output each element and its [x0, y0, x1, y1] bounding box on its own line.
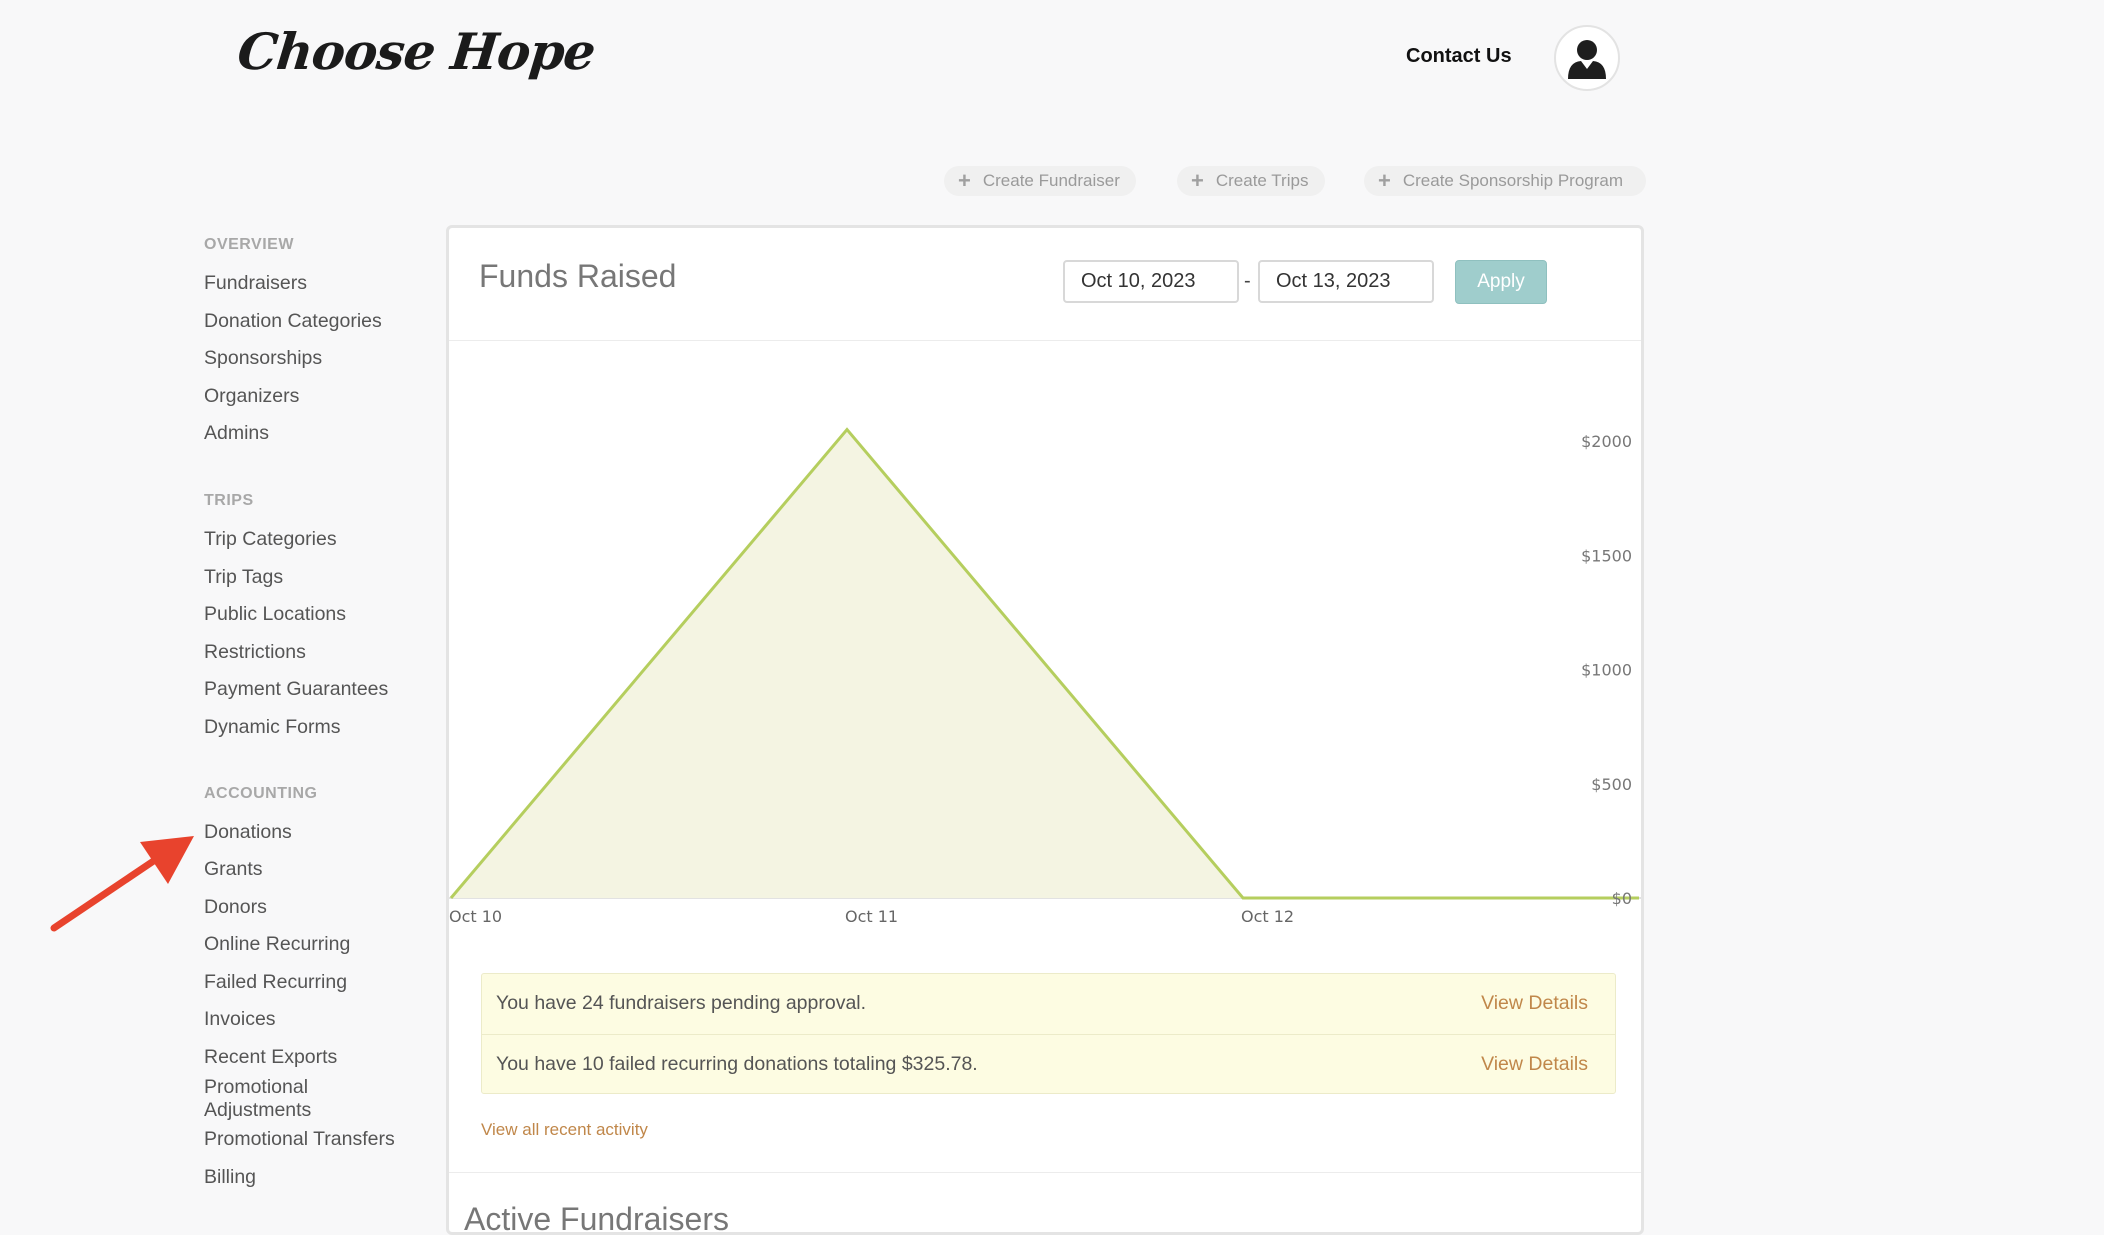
sidebar-item-payment-guarantees[interactable]: Payment Guarantees	[204, 678, 434, 701]
create-sponsorship-program-button[interactable]: + Create Sponsorship Program	[1364, 166, 1646, 196]
sidebar-item-promotional-transfers[interactable]: Promotional Transfers	[204, 1128, 434, 1151]
apply-button[interactable]: Apply	[1455, 260, 1547, 304]
sidebar-item-trip-tags[interactable]: Trip Tags	[204, 566, 434, 589]
plus-icon: +	[1378, 170, 1391, 192]
alerts-panel: You have 24 fundraisers pending approval…	[481, 973, 1616, 1094]
sidebar-item-promotional-adjustments[interactable]: Promotional Adjustments	[204, 1076, 344, 1122]
sidebar-item-admins[interactable]: Admins	[204, 422, 434, 445]
funds-chart-svg: $2000 $1500 $1000 $500 $0 Oct 10 Oct 11 Oct 12	[449, 341, 1641, 931]
create-trips-label: Create Trips	[1216, 171, 1309, 191]
active-fundraisers-title: Active Fundraisers	[464, 1201, 729, 1235]
y-tick-label: $1000	[1581, 661, 1632, 680]
x-tick-label: Oct 12	[1241, 907, 1294, 926]
sidebar-heading-trips: TRIPS	[204, 492, 254, 510]
sidebar-item-donors[interactable]: Donors	[204, 896, 434, 919]
x-tick-label: Oct 11	[845, 907, 898, 926]
create-trips-button[interactable]: + Create Trips	[1177, 166, 1325, 196]
y-tick-label: $1500	[1581, 546, 1632, 565]
start-date-input[interactable]	[1063, 260, 1239, 303]
card-divider	[449, 1172, 1641, 1173]
alert-failed-recurring: You have 10 failed recurring donations t…	[482, 1034, 1615, 1095]
sidebar-item-trip-categories[interactable]: Trip Categories	[204, 528, 434, 551]
quick-actions-bar: + Create Fundraiser + Create Trips + Cre…	[0, 166, 2104, 196]
sidebar-item-donations[interactable]: Donations	[204, 821, 434, 844]
brand-logo[interactable]: Choose Hope	[235, 22, 598, 81]
alert-text: You have 10 failed recurring donations t…	[496, 1053, 978, 1076]
person-icon	[1556, 27, 1618, 89]
view-details-link[interactable]: View Details	[1481, 1053, 1588, 1076]
create-fundraiser-label: Create Fundraiser	[983, 171, 1120, 191]
sidebar-item-dynamic-forms[interactable]: Dynamic Forms	[204, 716, 434, 739]
sidebar-item-restrictions[interactable]: Restrictions	[204, 641, 434, 664]
sidebar-item-organizers[interactable]: Organizers	[204, 385, 434, 408]
sidebar-item-online-recurring[interactable]: Online Recurring	[204, 933, 434, 956]
annotation-arrow-icon	[48, 836, 208, 936]
funds-raised-title: Funds Raised	[479, 258, 676, 295]
sidebar-heading-accounting: ACCOUNTING	[204, 785, 317, 803]
user-avatar-icon[interactable]	[1554, 25, 1620, 91]
x-tick-label: Oct 10	[449, 907, 502, 926]
plus-icon: +	[958, 170, 971, 192]
funds-raised-card: Funds Raised - Apply $2000 $1500 $1000 $500…	[446, 225, 1644, 1235]
view-all-recent-activity-link[interactable]: View all recent activity	[481, 1120, 648, 1140]
view-details-link[interactable]: View Details	[1481, 992, 1588, 1015]
sidebar-item-recent-exports[interactable]: Recent Exports	[204, 1046, 434, 1069]
sidebar-item-billing[interactable]: Billing	[204, 1166, 434, 1189]
alert-text: You have 24 fundraisers pending approval…	[496, 992, 866, 1015]
sidebar-item-invoices[interactable]: Invoices	[204, 1008, 434, 1031]
create-fundraiser-button[interactable]: + Create Fundraiser	[944, 166, 1136, 196]
y-tick-label: $500	[1591, 775, 1632, 794]
funds-chart: $2000 $1500 $1000 $500 $0 Oct 10 Oct 11 Oct 12	[449, 341, 1641, 936]
sidebar-item-failed-recurring[interactable]: Failed Recurring	[204, 971, 434, 994]
sidebar-item-grants[interactable]: Grants	[204, 858, 434, 881]
y-tick-label: $2000	[1581, 432, 1632, 451]
sidebar-item-sponsorships[interactable]: Sponsorships	[204, 347, 434, 370]
alert-pending-fundraisers: You have 24 fundraisers pending approval…	[482, 974, 1615, 1034]
y-tick-label: $0	[1612, 889, 1632, 908]
plus-icon: +	[1191, 170, 1204, 192]
contact-us-link[interactable]: Contact Us	[1406, 45, 1512, 68]
sidebar-heading-overview: OVERVIEW	[204, 236, 294, 254]
sidebar-item-donation-categories[interactable]: Donation Categories	[204, 310, 434, 333]
end-date-input[interactable]	[1258, 260, 1434, 303]
sidebar-item-fundraisers[interactable]: Fundraisers	[204, 272, 434, 295]
create-sponsorship-program-label: Create Sponsorship Program	[1403, 171, 1623, 191]
date-range-separator: -	[1244, 270, 1251, 293]
sidebar-item-public-locations[interactable]: Public Locations	[204, 603, 434, 626]
